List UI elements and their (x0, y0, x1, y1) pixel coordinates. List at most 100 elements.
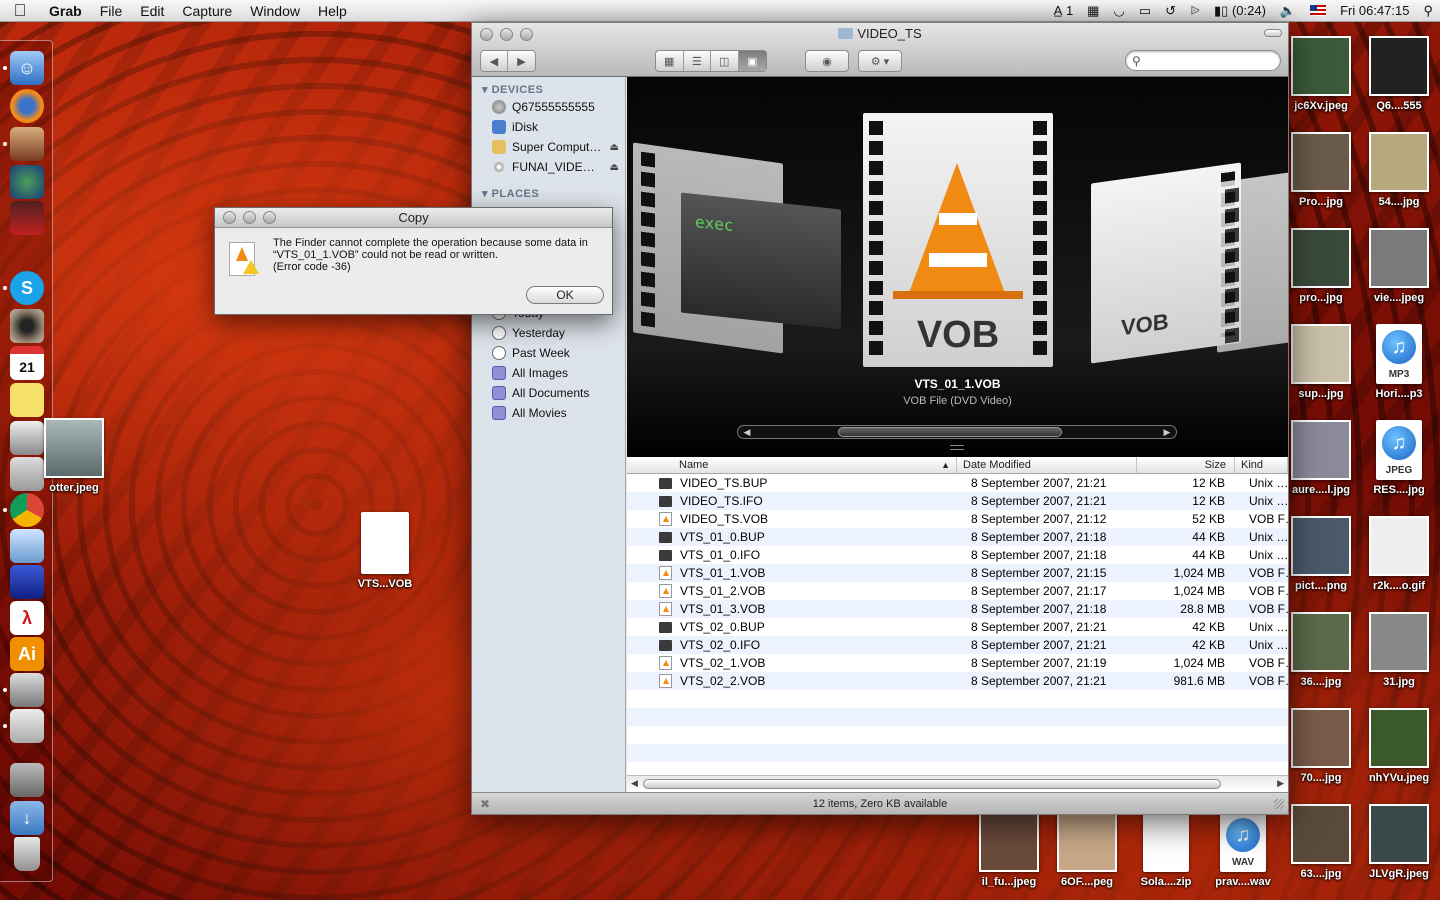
icon-view-button[interactable]: ▦ (656, 51, 684, 71)
desktop-icon[interactable]: sup...jpg (1281, 324, 1361, 400)
toolbar-toggle-button[interactable] (1264, 29, 1282, 37)
scroll-left-arrow-icon[interactable]: ◀ (740, 426, 754, 438)
file-row[interactable]: VTS_02_0.BUP 8 September 2007, 21:21 42 KB… (627, 618, 1288, 636)
acrobat-icon[interactable]: λ (10, 601, 44, 635)
apple-menu-icon[interactable]:  (0, 1, 40, 21)
menu-clock[interactable]: Fri 06:47:15 (1333, 3, 1416, 18)
sidebar-item-past-week[interactable]: Past Week (472, 343, 625, 363)
stickies-icon[interactable] (10, 383, 44, 417)
desktop-icon[interactable]: vie....jpeg (1359, 228, 1439, 304)
action-gear-icon[interactable]: ⚙ ▾ (858, 50, 902, 72)
desktop-icon[interactable]: 31.jpg (1359, 612, 1439, 688)
column-header-name[interactable]: Name ▲ (627, 457, 957, 473)
wifi-icon[interactable]: ◡ (1106, 3, 1131, 19)
window-resize-handle[interactable] (1274, 799, 1284, 809)
spaces-icon[interactable]: ▦ (1080, 3, 1106, 19)
sidebar-item-all-images[interactable]: All Images (472, 363, 625, 383)
sidebar-section-devices[interactable]: ▾ DEVICES (472, 77, 625, 97)
menu-app-name[interactable]: Grab (40, 3, 91, 19)
column-header-size[interactable]: Size (1137, 457, 1235, 473)
us-flag-icon[interactable] (1310, 5, 1327, 16)
menu-file[interactable]: File (91, 3, 132, 19)
coverflow-item-selected[interactable]: VOB (863, 113, 1053, 367)
desktop-icon[interactable]: Sola....zip (1126, 812, 1206, 888)
drive-icon[interactable] (10, 763, 44, 797)
menu-edit[interactable]: Edit (131, 3, 173, 19)
desktop-icon[interactable]: pict....png (1281, 516, 1361, 592)
finder-icon[interactable]: ☺ (10, 51, 44, 85)
back-button[interactable]: ◀ (481, 51, 509, 71)
trash-icon[interactable] (14, 837, 40, 871)
bluetooth-icon[interactable]: ᐉ (1183, 3, 1207, 19)
portrait-icon[interactable] (10, 201, 44, 235)
desktop-icon-otter[interactable]: otter.jpeg (34, 418, 114, 494)
battery-status[interactable]: ▮▯ (0:24) (1207, 3, 1273, 19)
spotlight-icon[interactable]: ⚲ (1416, 3, 1440, 19)
volume-icon[interactable]: 🔈 (1273, 3, 1303, 19)
file-row[interactable]: VTS_02_2.VOB 8 September 2007, 21:21 981.6… (627, 672, 1288, 690)
column-header-kind[interactable]: Kind (1235, 457, 1288, 473)
eject-icon[interactable]: ⏏ (610, 162, 619, 173)
desktop-icon[interactable]: 6OF....peg (1047, 812, 1127, 888)
sidebar-item-yesterday[interactable]: Yesterday (472, 323, 625, 343)
forward-button[interactable]: ▶ (508, 51, 535, 71)
coverflow-item-exec-2[interactable]: exec (681, 192, 841, 330)
sidebar-item-funai-video[interactable]: FUNAI_VIDEO_… ⏏ (472, 157, 625, 177)
sidebar-item-super-computer[interactable]: Super Comput… ⏏ (472, 137, 625, 157)
file-row[interactable]: VTS_02_0.IFO 8 September 2007, 21:21 42 KB… (627, 636, 1288, 654)
coverflow-view[interactable]: exec VOB VOB VTS_01_1.VOB VOB File (DVD … (627, 77, 1288, 457)
ok-button[interactable]: OK (526, 286, 604, 304)
coverflow-scroll-thumb[interactable] (838, 427, 1062, 437)
desktop-icon[interactable]: nhYVu.jpeg (1359, 708, 1439, 784)
file-row[interactable]: VTS_01_3.VOB 8 September 2007, 21:18 28.8 … (627, 600, 1288, 618)
eject-icon[interactable]: ⏏ (610, 142, 619, 153)
coverflow-view-button[interactable]: ▣ (738, 51, 766, 71)
column-header-date[interactable]: Date Modified (957, 457, 1137, 473)
desktop-icon[interactable]: 63....jpg (1281, 804, 1361, 880)
input-menu-icon[interactable]: A̲ 1 (1047, 3, 1081, 18)
desktop-icon[interactable]: pro...jpg (1281, 228, 1361, 304)
coverflow-resize-grip[interactable] (950, 445, 964, 450)
desktop-icon[interactable]: ♫ JPEG RES....jpg (1359, 420, 1439, 496)
globe-icon[interactable] (10, 165, 44, 199)
dialog-minimize-button[interactable] (243, 211, 256, 224)
menu-window[interactable]: Window (241, 3, 309, 19)
quicklook-eye-icon[interactable]: ◉ (805, 50, 849, 72)
horizontal-scrollbar[interactable]: ◀ ▶ (627, 775, 1288, 792)
column-view-button[interactable]: ◫ (711, 51, 739, 71)
coverflow-item-far-right[interactable] (1217, 171, 1288, 353)
utility-icon[interactable] (10, 709, 44, 743)
list-view-button[interactable]: ☰ (684, 51, 711, 71)
file-row[interactable]: VTS_02_1.VOB 8 September 2007, 21:19 1,024… (627, 654, 1288, 672)
coverflow-scrollbar[interactable]: ◀ ▶ (737, 425, 1177, 439)
menu-capture[interactable]: Capture (173, 3, 241, 19)
downloads-icon[interactable]: ↓ (10, 801, 44, 835)
file-row[interactable]: VTS_01_0.IFO 8 September 2007, 21:18 44 KB… (627, 546, 1288, 564)
illustrator-icon[interactable]: Ai (10, 637, 44, 671)
dialog-close-button[interactable] (223, 211, 236, 224)
calendar-icon[interactable]: 21 (10, 346, 44, 380)
desktop-icon[interactable]: aure....l.jpg (1281, 420, 1361, 496)
desktop-icon[interactable]: ♫ WAV prav....wav (1203, 812, 1283, 888)
desktop-icon[interactable]: jc6Xv.jpeg (1281, 36, 1361, 112)
file-row[interactable]: VTS_01_0.BUP 8 September 2007, 21:18 44 KB… (627, 528, 1288, 546)
desktop-icon[interactable]: 36....jpg (1281, 612, 1361, 688)
sidebar-item-q675[interactable]: Q67555555555 (472, 97, 625, 117)
scroll-right-arrow-icon[interactable]: ▶ (1277, 778, 1284, 789)
desktop-icon-vob[interactable]: VTS...VOB (345, 512, 425, 590)
disk-utility-icon[interactable] (10, 673, 44, 707)
time-machine-icon[interactable]: ↺ (1158, 3, 1183, 19)
desktop-icon[interactable]: Q6....555 (1359, 36, 1439, 112)
sidebar-section-places[interactable]: ▾ PLACES (472, 181, 625, 201)
display-icon[interactable]: ▭ (1132, 3, 1158, 19)
desktop-icon[interactable]: 54....jpg (1359, 132, 1439, 208)
sidebar-item-all-movies[interactable]: All Movies (472, 403, 625, 423)
desktop-icon[interactable]: r2k....o.gif (1359, 516, 1439, 592)
scroll-left-arrow-icon[interactable]: ◀ (631, 778, 638, 789)
search-input[interactable] (1144, 53, 1300, 68)
app-icon[interactable] (10, 127, 44, 161)
skype-icon[interactable]: S (10, 271, 44, 305)
dialog-zoom-button[interactable] (263, 211, 276, 224)
chrome-icon[interactable] (10, 493, 44, 527)
desktop-icon[interactable]: 70....jpg (1281, 708, 1361, 784)
